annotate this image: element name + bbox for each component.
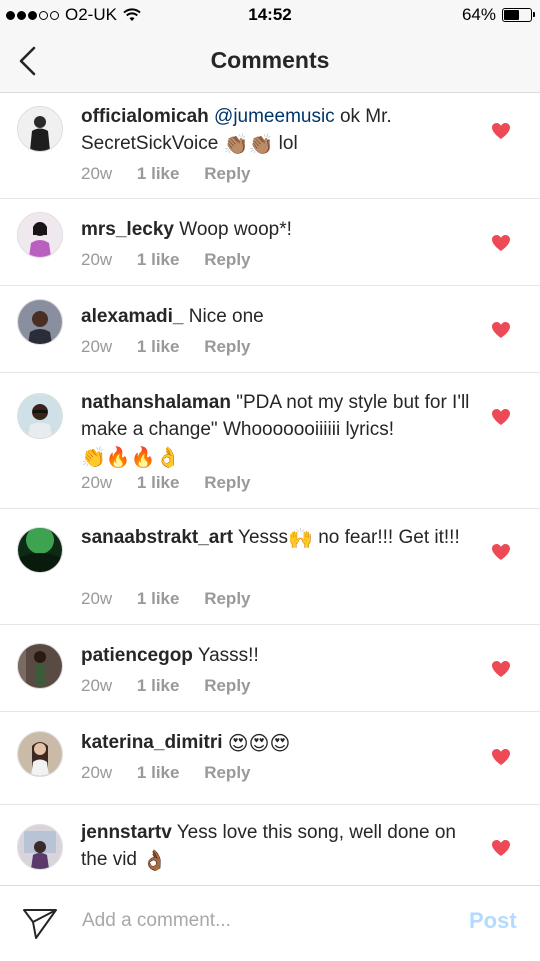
likes-count[interactable]: 1 like [137,589,180,608]
battery-icon [502,8,535,22]
comment-text: sanaabstrakt_art Yesss🙌 no fear!!! Get i… [81,524,471,551]
likes-count[interactable]: 1 like [137,250,180,269]
comment-username[interactable]: katerina_dimitri [81,732,223,753]
avatar[interactable] [17,393,63,439]
ok-hand-emoji: 👌🏾 [142,850,168,872]
heart-icon[interactable] [491,660,511,678]
comment-username[interactable]: sanaabstrakt_art [81,527,233,548]
comment-text: officialomicah @jumeemusic ok Mr. Secret… [81,103,471,157]
comment-input[interactable] [82,910,442,932]
comment-time: 20w [81,676,113,695]
avatar[interactable] [17,824,63,870]
reply-button[interactable]: Reply [204,589,250,608]
comment-item: patiencegop Yasss!! 20w 1 like Reply [0,625,540,712]
avatar[interactable] [17,106,63,152]
heart-icon[interactable] [491,839,511,857]
comment-meta: 20w 1 like Reply [81,250,271,270]
heart-icon[interactable] [491,122,511,140]
likes-count[interactable]: 1 like [137,164,180,183]
battery-percent: 64% [461,5,496,24]
comment-text: mrs_lecky Woop woop*! [81,216,471,243]
comment-item: alexamadi_ Nice one 20w 1 like Reply [0,286,540,373]
avatar[interactable] [17,643,63,689]
raised-hands-emoji: 🙌 [288,528,313,550]
status-bar: O2-UK 14:52 64% [0,0,540,30]
reply-button[interactable]: Reply [204,250,250,269]
clapping-hands-emoji: 👏🏽👏🏽 [223,134,274,156]
mention-link[interactable]: @jumeemusic [214,106,335,127]
avatar[interactable] [17,212,63,258]
comment-item: sanaabstrakt_art Yesss🙌 no fear!!! Get i… [0,509,540,625]
reply-button[interactable]: Reply [204,763,250,782]
heart-icon[interactable] [491,748,511,766]
comment-body: Nice one [188,306,264,327]
comment-meta: 20w 1 like Reply [81,763,271,783]
comment-body: Yesss [238,527,289,548]
heart-eyes-emoji: 😍😍😍 [227,733,291,755]
page-title: Comments [210,47,330,73]
heart-icon[interactable] [491,543,511,561]
reply-button[interactable]: Reply [204,676,250,695]
comment-item: jennstartv Yess love this song, well don… [0,805,540,885]
comment-meta: 20w 1 like Reply [81,676,271,696]
comment-item: nathanshalaman "PDA not my style but for… [0,373,540,509]
comment-item: mrs_lecky Woop woop*! 20w 1 like Reply [0,199,540,286]
clap-fire-ok-emoji: 👏🔥🔥👌 [81,447,181,469]
comment-time: 20w [81,589,113,608]
avatar[interactable] [17,299,63,345]
likes-count[interactable]: 1 like [137,473,180,492]
heart-icon[interactable] [491,321,511,339]
nav-header: Comments [0,30,540,93]
comment-list[interactable]: officialomicah @jumeemusic ok Mr. Secret… [0,93,540,885]
comment-meta: 20w 1 like Reply [81,337,271,357]
reply-button[interactable]: Reply [204,473,250,492]
clock: 14:52 [248,5,292,24]
comment-body-end: no fear!!! Get it!!! [312,527,460,548]
likes-count[interactable]: 1 like [137,337,180,356]
comment-time: 20w [81,763,113,782]
comment-username[interactable]: alexamadi_ [81,306,183,327]
comment-text: patiencegop Yasss!! [81,642,471,669]
likes-count[interactable]: 1 like [137,676,180,695]
comment-composer: Post [0,885,540,961]
heart-icon[interactable] [491,408,511,426]
comment-time: 20w [81,473,113,492]
comment-body-end: lol [273,133,298,154]
heart-icon[interactable] [491,234,511,252]
comment-username[interactable]: officialomicah [81,106,209,127]
comment-text: nathanshalaman "PDA not my style but for… [81,389,471,470]
likes-count[interactable]: 1 like [137,763,180,782]
comment-body: Woop woop*! [179,219,292,240]
comment-time: 20w [81,337,113,356]
comment-item: officialomicah @jumeemusic ok Mr. Secret… [0,93,540,199]
comment-username[interactable]: nathanshalaman [81,392,231,413]
reply-button[interactable]: Reply [204,337,250,356]
comment-text: alexamadi_ Nice one [81,303,471,330]
direct-send-icon[interactable] [22,907,58,941]
comment-meta: 20w 1 like Reply [81,589,271,609]
comment-username[interactable]: patiencegop [81,645,193,666]
comment-time: 20w [81,164,113,183]
comment-username[interactable]: jennstartv [81,822,172,843]
comment-username[interactable]: mrs_lecky [81,219,174,240]
comment-item: katerina_dimitri 😍😍😍 20w 1 like Reply [0,712,540,805]
comment-text: katerina_dimitri 😍😍😍 [81,729,471,756]
comment-meta: 20w 1 like Reply [81,473,271,493]
comment-meta: 20w 1 like Reply [81,164,271,184]
avatar[interactable] [17,731,63,777]
comment-text: jennstartv Yess love this song, well don… [81,819,471,873]
reply-button[interactable]: Reply [204,164,250,183]
avatar[interactable] [17,527,63,573]
comment-time: 20w [81,250,113,269]
comment-body: Yasss!! [197,645,259,666]
battery-group: 64% [461,5,535,25]
post-button[interactable]: Post [469,908,517,934]
